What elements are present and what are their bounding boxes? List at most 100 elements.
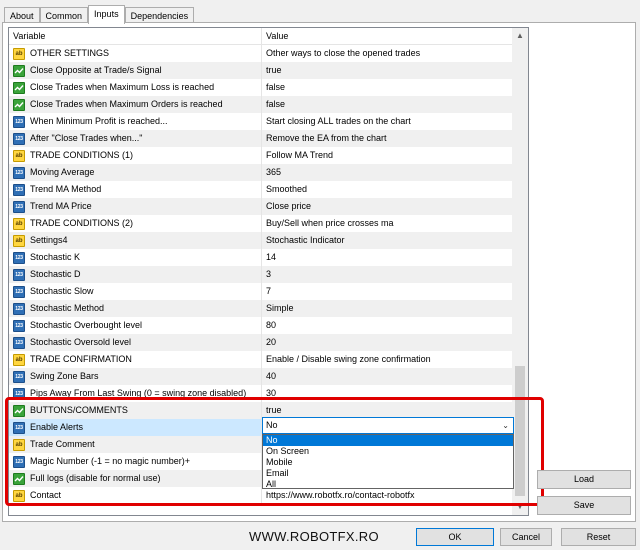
table-row[interactable]: 123 Swing Zone Bars 40 <box>9 368 514 385</box>
ok-button[interactable]: OK <box>416 528 494 546</box>
dropdown-option[interactable]: No <box>263 435 513 446</box>
table-row[interactable]: 123 Stochastic K 14 <box>9 249 514 266</box>
value-cell[interactable]: true <box>262 62 514 79</box>
variable-cell: 123 When Minimum Profit is reached... <box>9 113 262 130</box>
table-row[interactable]: 123 Stochastic Slow 7 <box>9 283 514 300</box>
value-cell[interactable]: Smoothed <box>262 181 514 198</box>
load-button[interactable]: Load <box>537 470 631 489</box>
table-row[interactable]: 123 Stochastic Overbought level 80 <box>9 317 514 334</box>
table-row[interactable]: ab OTHER SETTINGS Other ways to close the … <box>9 45 514 62</box>
variable-cell: ab TRADE CONFIRMATION <box>9 351 262 368</box>
value-cell[interactable]: 3 <box>262 266 514 283</box>
number-type-icon: 123 <box>13 319 25 332</box>
tab-inputs[interactable]: Inputs <box>88 5 125 24</box>
table-row[interactable]: 123 Pips Away From Last Swing (0 = swing … <box>9 385 514 402</box>
table-row[interactable]: 123 After "Close Trades when..." Remove th… <box>9 130 514 147</box>
chevron-down-icon[interactable]: ⌄ <box>502 418 509 433</box>
scroll-down-icon[interactable]: ▼ <box>512 499 528 515</box>
value-cell[interactable]: Close price <box>262 198 514 215</box>
variable-label: Trend MA Price <box>30 201 92 211</box>
value-cell[interactable]: 7 <box>262 283 514 300</box>
table-row[interactable]: ab TRADE CONDITIONS (1) Follow MA Trend <box>9 147 514 164</box>
table-row[interactable]: 123 Stochastic Oversold level 20 <box>9 334 514 351</box>
dropdown-option[interactable]: On Screen <box>263 446 513 457</box>
variable-label: Stochastic K <box>30 252 81 262</box>
table-row[interactable]: ab TRADE CONFIRMATION Enable / Disable swi… <box>9 351 514 368</box>
variable-label: Stochastic Method <box>30 303 105 313</box>
value-cell[interactable]: false <box>262 79 514 96</box>
table-row[interactable]: Close Trades when Maximum Orders is reac… <box>9 96 514 113</box>
grid-scrollbar[interactable]: ▲ ▼ <box>512 28 528 515</box>
table-row[interactable]: Close Trades when Maximum Loss is reache… <box>9 79 514 96</box>
table-row[interactable]: 123 When Minimum Profit is reached... Star… <box>9 113 514 130</box>
table-row[interactable]: 123 Stochastic Method Simple <box>9 300 514 317</box>
enable-alerts-dropdown: No On Screen Mobile Email All <box>262 434 514 489</box>
dropdown-option[interactable]: All <box>263 479 513 490</box>
brand-text: WWW.ROBOTFX.RO <box>249 529 379 544</box>
value-cell[interactable]: Stochastic Indicator <box>262 232 514 249</box>
value-cell[interactable]: 365 <box>262 164 514 181</box>
variable-cell: 123 Pips Away From Last Swing (0 = swing … <box>9 385 262 402</box>
value-cell[interactable]: Enable / Disable swing zone confirmation <box>262 351 514 368</box>
table-row[interactable]: ab Settings4 Stochastic Indicator <box>9 232 514 249</box>
value-cell[interactable]: 40 <box>262 368 514 385</box>
number-type-icon: 123 <box>13 302 25 315</box>
table-row[interactable]: Close Opposite at Trade/s Signal true <box>9 62 514 79</box>
table-row[interactable]: 123 Moving Average 365 <box>9 164 514 181</box>
variable-label: After "Close Trades when..." <box>30 133 143 143</box>
variable-label: Settings4 <box>30 235 68 245</box>
variable-label: Stochastic D <box>30 269 81 279</box>
boolean-type-icon <box>13 404 25 417</box>
value-cell[interactable]: 20 <box>262 334 514 351</box>
table-row[interactable]: 123 Stochastic D 3 <box>9 266 514 283</box>
boolean-type-icon <box>13 472 25 485</box>
variable-cell: ab TRADE CONDITIONS (2) <box>9 215 262 232</box>
number-type-icon: 123 <box>13 387 25 400</box>
value-cell[interactable]: Simple <box>262 300 514 317</box>
number-type-icon: 123 <box>13 370 25 383</box>
value-cell[interactable]: Follow MA Trend <box>262 147 514 164</box>
number-type-icon: 123 <box>13 336 25 349</box>
value-cell[interactable]: Start closing ALL trades on the chart <box>262 113 514 130</box>
variable-cell: 123 Trend MA Method <box>9 181 262 198</box>
variable-label: When Minimum Profit is reached... <box>30 116 168 126</box>
variable-cell: 123 Stochastic Slow <box>9 283 262 300</box>
number-type-icon: 123 <box>13 268 25 281</box>
value-cell[interactable]: Other ways to close the opened trades <box>262 45 514 62</box>
variable-cell: Close Opposite at Trade/s Signal <box>9 62 262 79</box>
value-cell[interactable]: 80 <box>262 317 514 334</box>
variable-cell: 123 Magic Number (-1 = no magic number)+ <box>9 453 262 470</box>
variable-cell: 123 Enable Alerts <box>9 419 262 436</box>
value-cell[interactable]: false <box>262 96 514 113</box>
save-button[interactable]: Save <box>537 496 631 515</box>
variable-label: Close Trades when Maximum Loss is reache… <box>30 82 215 92</box>
string-type-icon: ab <box>13 438 25 451</box>
number-type-icon: 123 <box>13 115 25 128</box>
cancel-button[interactable]: Cancel <box>500 528 552 546</box>
value-cell[interactable]: 30 <box>262 385 514 402</box>
table-row[interactable]: 123 Trend MA Price Close price <box>9 198 514 215</box>
variable-cell: ab Settings4 <box>9 232 262 249</box>
variable-label: Trend MA Method <box>30 184 102 194</box>
value-cell[interactable]: Remove the EA from the chart <box>262 130 514 147</box>
tab-bar: About Common Inputs Dependencies <box>4 5 195 24</box>
variable-label: Contact <box>30 490 62 500</box>
value-cell[interactable]: 14 <box>262 249 514 266</box>
column-header-variable[interactable]: Variable <box>9 28 262 45</box>
value-cell[interactable]: Buy/Sell when price crosses ma <box>262 215 514 232</box>
reset-button[interactable]: Reset <box>561 528 636 546</box>
string-type-icon: ab <box>13 47 25 60</box>
scroll-up-icon[interactable]: ▲ <box>512 28 528 44</box>
number-type-icon: 123 <box>13 132 25 145</box>
variable-cell: 123 Stochastic Oversold level <box>9 334 262 351</box>
dropdown-option[interactable]: Mobile <box>263 457 513 468</box>
variable-label: Stochastic Overbought level <box>30 320 143 330</box>
enable-alerts-select[interactable]: No ⌄ <box>262 417 514 434</box>
table-row[interactable]: ab TRADE CONDITIONS (2) Buy/Sell when pric… <box>9 215 514 232</box>
scroll-thumb[interactable] <box>515 366 525 496</box>
variable-label: Swing Zone Bars <box>30 371 99 381</box>
dropdown-option[interactable]: Email <box>263 468 513 479</box>
column-header-value[interactable]: Value <box>262 28 514 45</box>
table-row[interactable]: 123 Trend MA Method Smoothed <box>9 181 514 198</box>
grid-header: Variable Value <box>9 28 514 45</box>
